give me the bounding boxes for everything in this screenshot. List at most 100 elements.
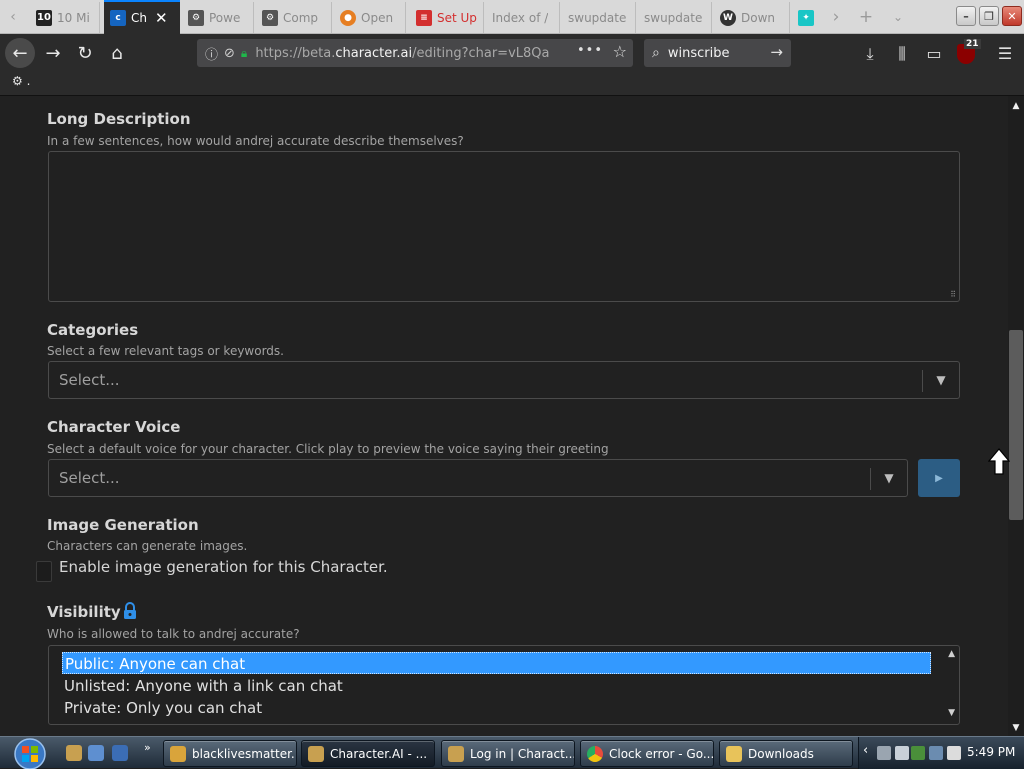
quick-launch-icon[interactable] [88, 745, 104, 761]
close-window-button[interactable]: ✕ [1002, 6, 1022, 26]
taskbar-item[interactable]: Clock error - Go... [580, 740, 714, 767]
forward-button[interactable]: → [38, 38, 68, 68]
tab-index-of[interactable]: Index of / [486, 2, 560, 33]
taskbar-item[interactable]: Downloads [719, 740, 853, 767]
visibility-hint: Who is allowed to talk to andrej accurat… [47, 627, 300, 641]
menu-icon[interactable]: ☰ [995, 44, 1015, 63]
long-description-hint: In a few sentences, how would andrej acc… [47, 134, 464, 148]
chrome-icon [587, 745, 603, 762]
visibility-option-public[interactable]: Public: Anyone can chat [62, 652, 931, 674]
categories-select[interactable]: Select... ▼ [48, 361, 960, 399]
system-tray: ‹ 5:49 PM [858, 737, 1024, 769]
tab-download[interactable]: W Down [714, 2, 790, 33]
library-icon[interactable]: ⫼ [892, 44, 912, 64]
minimize-button[interactable]: – [956, 6, 976, 26]
restore-button[interactable]: ❐ [979, 6, 999, 26]
reload-icon: ↻ [77, 42, 93, 64]
tab-bird[interactable]: ✦ [792, 2, 824, 33]
listbox-scroll-down-icon[interactable]: ▼ [948, 708, 955, 718]
visibility-listbox[interactable]: Public: Anyone can chat Unlisted: Anyone… [48, 645, 960, 725]
tab-openvpn[interactable]: ● Open [334, 2, 406, 33]
tab-10-min[interactable]: 10 10 Mi [30, 2, 100, 33]
navigation-toolbar: ← → ↻ ⌂ ⓘ ⊘ 🔒︎ https://beta.character.ai… [0, 34, 1024, 72]
categories-placeholder: Select... [59, 371, 120, 389]
image-generation-checkbox-label[interactable]: Enable image generation for this Charact… [59, 558, 388, 576]
page-content: Long Description In a few sentences, how… [0, 96, 1008, 736]
image-generation-checkbox[interactable] [36, 561, 52, 582]
reload-button[interactable]: ↻ [70, 38, 100, 68]
chevron-down-icon[interactable]: ▼ [930, 369, 952, 391]
url-bar[interactable]: ⓘ ⊘ 🔒︎ https://beta.character.ai/editing… [197, 39, 633, 67]
new-tab-button[interactable]: + [852, 0, 880, 34]
search-go-icon[interactable]: → [770, 43, 783, 61]
quick-launch-icon[interactable] [66, 745, 82, 761]
tab-power[interactable]: ⚙ Powe [182, 2, 254, 33]
tray-icon[interactable] [895, 746, 909, 760]
search-bar[interactable]: ⌕ winscribe → [644, 39, 791, 67]
tab-comp[interactable]: ⚙ Comp [256, 2, 332, 33]
url-text[interactable]: https://beta.character.ai/editing?char=v… [255, 46, 549, 61]
scrollbar-thumb[interactable] [1009, 330, 1023, 520]
ublock-count-badge: 21 [964, 39, 981, 49]
tab-set-up[interactable]: ≡ Set Up [410, 2, 484, 33]
tab-scroll-right-button[interactable]: › [822, 0, 850, 34]
long-description-title: Long Description [47, 110, 191, 128]
back-button[interactable]: ← [5, 38, 35, 68]
tab-swupdate-1[interactable]: swupdate [562, 2, 636, 33]
folder-icon [726, 745, 742, 762]
network-icon[interactable] [929, 746, 943, 760]
page-scrollbar[interactable]: ▲ ▼ [1008, 96, 1024, 736]
tray-icon[interactable] [877, 746, 891, 760]
resize-grip-icon[interactable]: ⠿ [950, 290, 956, 299]
scroll-up-arrow-icon[interactable]: ▲ [1008, 98, 1024, 114]
bookmark-star-icon[interactable]: ☆ [613, 42, 627, 61]
close-tab-icon[interactable]: ✕ [155, 9, 168, 27]
character-ai-icon: c [110, 10, 126, 26]
tab-character-ai[interactable]: c Ch ✕ [104, 0, 180, 34]
arrow-left-icon: ← [12, 42, 28, 64]
visibility-option-private[interactable]: Private: Only you can chat [62, 697, 931, 719]
info-icon[interactable]: ⓘ [205, 44, 218, 63]
downloads-icon[interactable]: ⤓ [860, 44, 880, 64]
image-generation-hint: Characters can generate images. [47, 539, 248, 553]
home-icon: ⌂ [111, 42, 123, 64]
bookmark-item[interactable]: ⚙ . [12, 74, 30, 88]
search-input[interactable]: winscribe [668, 46, 730, 61]
taskbar-item[interactable]: Log in | Charact... [441, 740, 575, 767]
sidebar-icon[interactable]: ▭ [924, 44, 944, 63]
select-divider [870, 468, 871, 490]
tray-icon[interactable] [911, 746, 925, 760]
mouse-cursor-icon [988, 448, 1010, 475]
quick-launch-icon[interactable] [112, 745, 128, 761]
ten-icon: 10 [36, 9, 52, 26]
scroll-down-arrow-icon[interactable]: ▼ [1008, 720, 1024, 736]
tab-swupdate-2[interactable]: swupdate [638, 2, 712, 33]
quick-launch-more-icon[interactable]: » [144, 741, 151, 754]
taskbar-item[interactable]: blacklivesmatter... [163, 740, 297, 767]
arrow-right-icon: → [45, 42, 61, 64]
tracking-protection-icon[interactable]: ⊘ [224, 46, 235, 61]
visibility-title: Visibility [47, 603, 121, 621]
clock[interactable]: 5:49 PM [967, 745, 1015, 759]
page-actions-button[interactable]: ••• [577, 43, 603, 58]
tray-expand-icon[interactable]: ‹ [863, 743, 868, 758]
long-description-input[interactable]: ⠿ [48, 151, 960, 302]
character-voice-select[interactable]: Select... ▼ [48, 459, 908, 497]
secure-lock-icon[interactable]: 🔒︎ [241, 46, 247, 61]
categories-hint: Select a few relevant tags or keywords. [47, 344, 284, 358]
visibility-option-unlisted[interactable]: Unlisted: Anyone with a link can chat [62, 675, 931, 697]
bookmarks-toolbar: ⚙ . [0, 72, 1024, 96]
browser-icon [448, 745, 464, 762]
taskbar-item[interactable]: Character.AI - ... [301, 740, 435, 767]
play-voice-button[interactable]: ▶ [918, 459, 960, 497]
character-voice-hint: Select a default voice for your characte… [47, 442, 609, 456]
volume-icon[interactable] [947, 746, 961, 760]
start-button[interactable] [6, 737, 50, 769]
tab-list-button[interactable]: ⌄ [884, 0, 912, 34]
search-icon: ⌕ [652, 45, 660, 61]
listbox-scroll-up-icon[interactable]: ▲ [948, 649, 955, 659]
tab-scroll-left-button[interactable]: ‹ [2, 0, 24, 34]
chevron-down-icon[interactable]: ▼ [878, 467, 900, 489]
browser-icon [308, 745, 324, 762]
home-button[interactable]: ⌂ [102, 38, 132, 68]
